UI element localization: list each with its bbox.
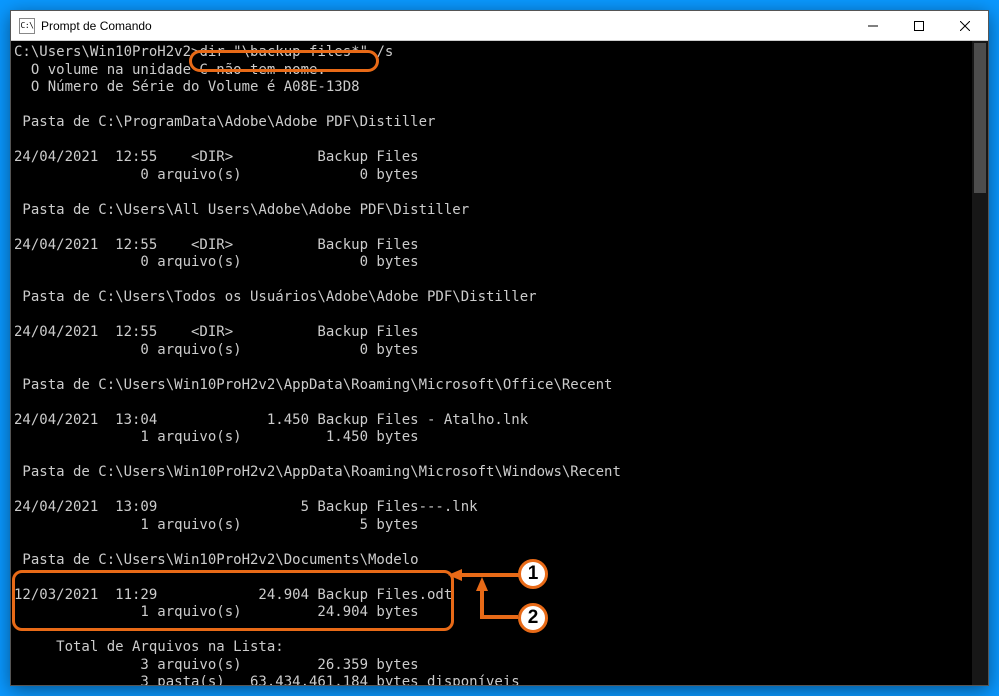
out-line: 24/04/2021 13:04 1.450 Backup Files - At…: [14, 412, 528, 428]
out-line: Pasta de C:\ProgramData\Adobe\Adobe PDF\…: [14, 114, 435, 130]
out-line: 24/04/2021 12:55 <DIR> Backup Files: [14, 149, 419, 165]
out-line: 3 arquivo(s) 26.359 bytes: [14, 657, 419, 673]
prompt-text: C:\Users\Win10ProH2v2>: [14, 44, 199, 60]
maximize-button[interactable]: [896, 11, 942, 41]
terminal-area[interactable]: C:\Users\Win10ProH2v2>dir "\backup files…: [11, 41, 988, 685]
typed-command: dir "\backup files*" /s: [199, 44, 393, 60]
terminal-output: C:\Users\Win10ProH2v2>dir "\backup files…: [11, 41, 988, 685]
out-line: 24/04/2021 13:09 5 Backup Files---.lnk: [14, 499, 478, 515]
out-line: 1 arquivo(s) 5 bytes: [14, 517, 419, 533]
out-line: 0 arquivo(s) 0 bytes: [14, 167, 419, 183]
out-line: 3 pasta(s) 63.434.461.184 bytes disponív…: [14, 674, 520, 685]
command-prompt-window: C:\ Prompt de Comando C:\Users\Win10ProH…: [10, 10, 989, 686]
window-title: Prompt de Comando: [41, 19, 152, 33]
out-line: 24/04/2021 12:55 <DIR> Backup Files: [14, 324, 419, 340]
out-line: Total de Arquivos na Lista:: [14, 639, 284, 655]
out-line: Pasta de C:\Users\Todos os Usuários\Adob…: [14, 289, 537, 305]
titlebar[interactable]: C:\ Prompt de Comando: [11, 11, 988, 41]
out-line: Pasta de C:\Users\All Users\Adobe\Adobe …: [14, 202, 469, 218]
out-line: 24/04/2021 12:55 <DIR> Backup Files: [14, 237, 419, 253]
out-line: O Número de Série do Volume é A08E-13D8: [14, 79, 360, 95]
close-button[interactable]: [942, 11, 988, 41]
out-line: O volume na unidade C não tem nome.: [14, 62, 326, 78]
out-line: 0 arquivo(s) 0 bytes: [14, 254, 419, 270]
minimize-button[interactable]: [850, 11, 896, 41]
out-line: Pasta de C:\Users\Win10ProH2v2\Documents…: [14, 552, 419, 568]
out-line: 1 arquivo(s) 1.450 bytes: [14, 429, 419, 445]
cmd-icon: C:\: [19, 18, 35, 34]
out-line: Pasta de C:\Users\Win10ProH2v2\AppData\R…: [14, 377, 612, 393]
out-line: Pasta de C:\Users\Win10ProH2v2\AppData\R…: [14, 464, 621, 480]
out-line: 12/03/2021 11:29 24.904 Backup Files.odt: [14, 587, 452, 603]
out-line: 1 arquivo(s) 24.904 bytes: [14, 604, 419, 620]
out-line: 0 arquivo(s) 0 bytes: [14, 342, 419, 358]
